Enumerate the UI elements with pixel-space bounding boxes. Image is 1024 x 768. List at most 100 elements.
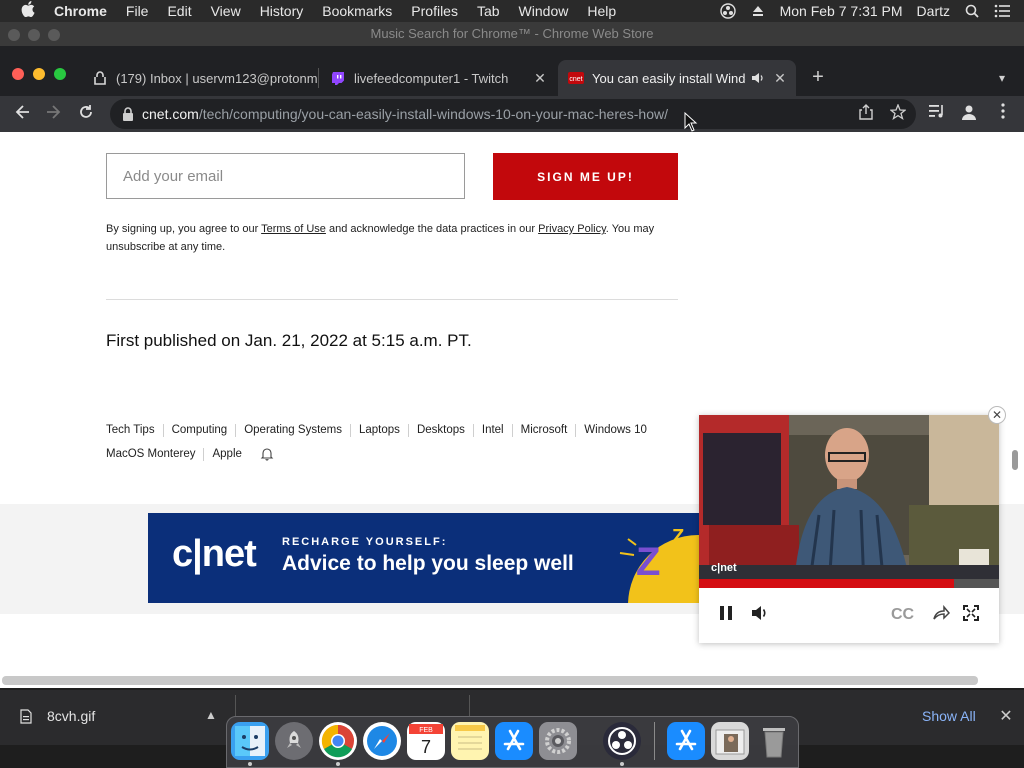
forward-button[interactable] xyxy=(42,102,66,126)
menu-bookmarks[interactable]: Bookmarks xyxy=(322,3,392,19)
first-published-date: First published on Jan. 21, 2022 at 5:15… xyxy=(106,331,472,350)
running-indicator xyxy=(248,762,252,766)
apple-icon[interactable] xyxy=(18,1,38,21)
vertical-scrollbar[interactable] xyxy=(1012,450,1018,470)
tag-link[interactable]: Apple xyxy=(212,448,249,461)
floating-video-player[interactable]: c|net CC xyxy=(699,415,999,643)
tab-separator xyxy=(318,68,319,88)
show-all-downloads-link[interactable]: Show All xyxy=(922,708,976,724)
email-field[interactable] xyxy=(106,153,465,199)
menu-file[interactable]: File xyxy=(126,3,149,19)
running-indicator xyxy=(620,762,624,766)
tab-close-icon[interactable]: ✕ xyxy=(532,70,548,86)
media-controls-icon[interactable] xyxy=(926,103,948,125)
bell-follow-icon[interactable] xyxy=(260,447,274,461)
volume-button[interactable] xyxy=(749,605,771,627)
app-store-folder-icon[interactable] xyxy=(667,722,705,760)
legal-text-middle: and acknowledge the data practices in ou… xyxy=(325,223,539,235)
menu-clock[interactable]: Mon Feb 7 7:31 PM xyxy=(780,3,903,19)
system-preferences-gear-icon[interactable] xyxy=(539,722,577,760)
obs-status-icon[interactable] xyxy=(719,3,736,19)
privacy-policy-link[interactable]: Privacy Policy xyxy=(538,223,606,235)
window-zoom-button-inactive[interactable] xyxy=(48,29,60,41)
window-close-button[interactable] xyxy=(12,68,24,80)
menu-profiles[interactable]: Profiles xyxy=(411,3,458,19)
dock-separator xyxy=(654,722,655,760)
back-button[interactable] xyxy=(10,102,34,126)
window-zoom-button[interactable] xyxy=(54,68,66,80)
cnet-icon: cnet xyxy=(568,70,584,86)
tag-link[interactable]: Intel xyxy=(482,424,513,437)
tag-link[interactable]: Operating Systems xyxy=(244,424,351,437)
close-downloads-bar-icon[interactable]: ✕ xyxy=(998,706,1014,726)
menu-user[interactable]: Dartz xyxy=(917,3,950,19)
tab-search-chevron-icon[interactable]: ▾ xyxy=(992,68,1012,88)
tag-link[interactable]: Desktops xyxy=(417,424,474,437)
window-close-button-inactive[interactable] xyxy=(8,29,20,41)
svg-text:FEB: FEB xyxy=(419,727,433,734)
share-icon[interactable] xyxy=(856,104,876,124)
terms-of-use-link[interactable]: Terms of Use xyxy=(261,223,326,235)
menu-view[interactable]: View xyxy=(211,3,241,19)
close-player-icon[interactable]: ✕ xyxy=(988,406,1006,424)
menu-tab[interactable]: Tab xyxy=(477,3,500,19)
video-frame[interactable]: c|net xyxy=(699,415,999,588)
tag-link[interactable]: Microsoft xyxy=(521,424,577,437)
background-window-title: Music Search for Chrome™ - Chrome Web St… xyxy=(0,22,1024,46)
reload-button[interactable] xyxy=(74,102,98,126)
url-host: cnet.com xyxy=(142,106,199,122)
protonmail-icon xyxy=(92,70,108,86)
menu-extras: Mon Feb 7 7:31 PM Dartz xyxy=(719,0,1024,22)
share-video-icon[interactable] xyxy=(930,604,952,627)
menu-history[interactable]: History xyxy=(260,3,304,19)
download-item[interactable]: 8cvh.gif xyxy=(20,708,95,724)
chrome-app-icon[interactable] xyxy=(319,722,357,760)
speaker-audio-playing-icon[interactable] xyxy=(750,70,766,86)
tab-close-icon[interactable]: ✕ xyxy=(772,70,788,86)
finder-icon[interactable] xyxy=(231,722,269,760)
launchpad-rocket-icon[interactable] xyxy=(275,722,313,760)
notes-icon[interactable] xyxy=(451,722,489,760)
window-minimize-button[interactable] xyxy=(33,68,45,80)
safari-compass-icon[interactable] xyxy=(363,722,401,760)
tag-link[interactable]: Laptops xyxy=(359,424,409,437)
app-store-icon[interactable] xyxy=(495,722,533,760)
address-bar[interactable]: cnet.com/tech/computing/you-can-easily-i… xyxy=(110,99,916,129)
tag-link[interactable]: MacOS Monterey xyxy=(106,448,205,461)
video-progress-bar[interactable] xyxy=(699,579,999,588)
window-minimize-button-inactive[interactable] xyxy=(28,29,40,41)
chrome-menu-kebab-icon[interactable] xyxy=(992,103,1014,125)
notification-center-icon[interactable] xyxy=(994,3,1010,19)
profile-avatar-icon[interactable] xyxy=(958,103,980,125)
trash-icon[interactable] xyxy=(755,722,793,760)
sign-me-up-button[interactable]: SIGN ME UP! xyxy=(493,153,678,200)
new-tab-button[interactable]: + xyxy=(808,66,828,88)
menu-edit[interactable]: Edit xyxy=(167,3,191,19)
pause-button[interactable] xyxy=(715,605,737,627)
tag-link[interactable]: Tech Tips xyxy=(106,424,164,437)
bookmark-star-icon[interactable] xyxy=(888,103,908,124)
closed-captions-button[interactable]: CC xyxy=(891,606,914,624)
menu-help[interactable]: Help xyxy=(587,3,616,19)
menu-window[interactable]: Window xyxy=(519,3,569,19)
lock-icon[interactable] xyxy=(122,107,134,121)
horizontal-scrollbar[interactable] xyxy=(2,676,978,685)
download-options-chevron-icon[interactable]: ▲ xyxy=(205,708,217,722)
tab-protonmail[interactable]: (179) Inbox | uservm123@protonmail.com xyxy=(82,60,318,96)
downloads-stack-icon[interactable] xyxy=(711,722,749,760)
newsletter-legal-text: By signing up, you agree to our Terms of… xyxy=(106,220,686,256)
moon-zzz-illustration: Z Z xyxy=(619,526,700,603)
calendar-icon[interactable]: FEB 7 xyxy=(407,722,445,760)
sleep-ad-banner[interactable]: c|net RECHARGE YOURSELF: Advice to help … xyxy=(148,513,700,603)
tag-link[interactable]: Computing xyxy=(172,424,237,437)
eject-icon[interactable] xyxy=(750,3,766,19)
twitch-icon xyxy=(330,70,346,86)
spotlight-search-icon[interactable] xyxy=(964,3,980,19)
fullscreen-icon[interactable] xyxy=(960,605,982,627)
obs-studio-icon[interactable] xyxy=(603,722,641,760)
tab-title: (179) Inbox | uservm123@protonmail.com xyxy=(116,70,318,86)
tag-link[interactable]: Windows 10 xyxy=(584,424,655,437)
tab-twitch[interactable]: livefeedcomputer1 - Twitch ✕ xyxy=(320,60,556,96)
menu-app-name[interactable]: Chrome xyxy=(54,3,107,19)
tab-cnet-active[interactable]: cnet You can easily install Windows 10 ✕ xyxy=(558,60,796,96)
